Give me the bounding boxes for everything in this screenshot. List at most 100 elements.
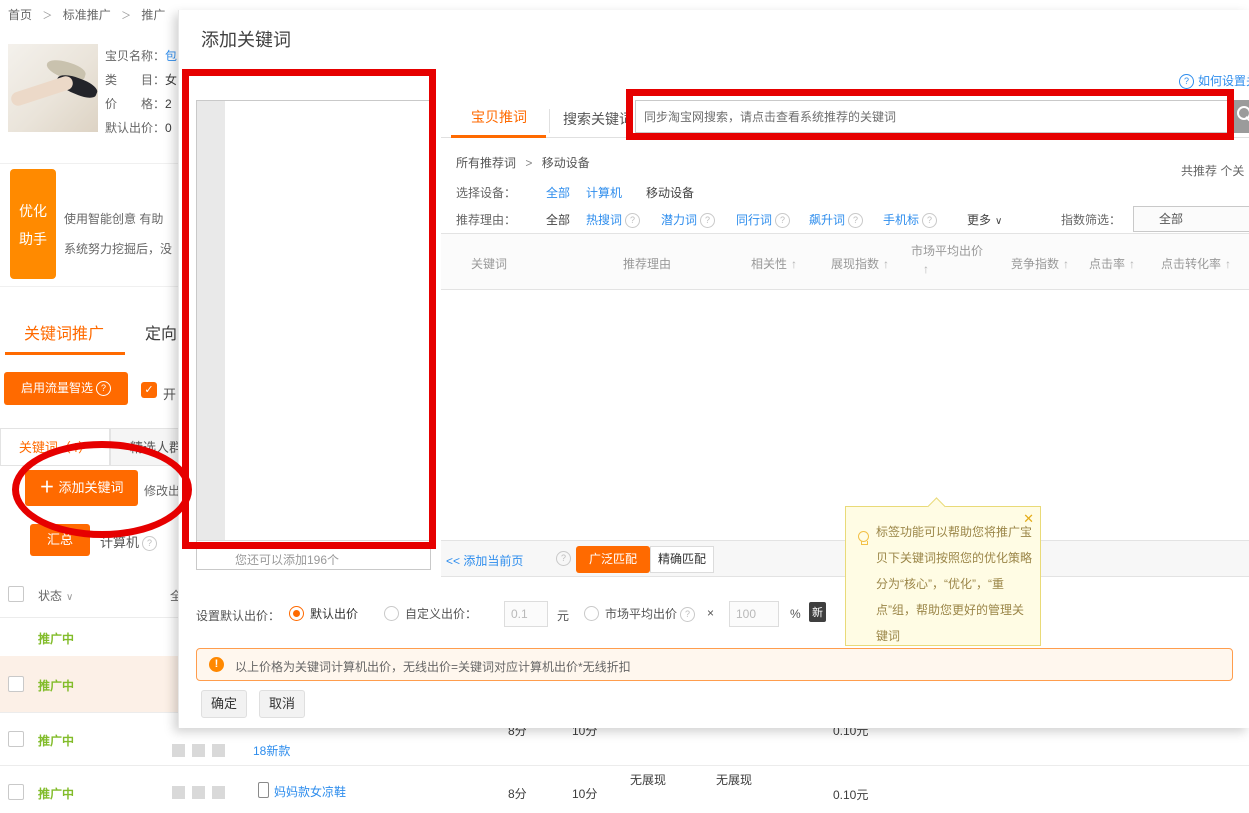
question-icon bbox=[1179, 74, 1194, 89]
bid-default-radio[interactable]: 默认出价 bbox=[289, 605, 358, 622]
cancel-button[interactable]: 取消 bbox=[259, 690, 305, 718]
product-bid-value: 0 bbox=[165, 121, 172, 135]
optimizer-text-line1: 使用智能创意 有助 bbox=[64, 210, 163, 227]
tab-targeting[interactable]: 定向 bbox=[145, 320, 177, 344]
row-checkbox[interactable] bbox=[8, 784, 24, 800]
tab-search-words[interactable]: 搜索关键词 bbox=[563, 109, 633, 129]
breadcrumb-separator-icon: ＞ bbox=[42, 11, 52, 22]
reason-option-all[interactable]: 全部 bbox=[546, 211, 570, 228]
breadcrumb: 首页 ＞ 标准推广 ＞ 推广 bbox=[8, 6, 165, 23]
breadcrumb-promo[interactable]: 推广 bbox=[141, 8, 165, 22]
sort-asc-icon bbox=[1225, 257, 1231, 271]
help-link-label[interactable]: 如何设置关 bbox=[1198, 74, 1249, 88]
annotation-ellipse-add-keyword bbox=[12, 441, 192, 538]
sort-asc-icon bbox=[883, 257, 889, 271]
sort-asc-icon bbox=[1063, 257, 1069, 271]
index-filter-label: 指数筛选： bbox=[1061, 211, 1121, 228]
keyword-link[interactable]: 妈妈款女凉鞋 bbox=[258, 782, 346, 800]
market-percent-input[interactable] bbox=[729, 601, 779, 627]
row-checkbox[interactable] bbox=[8, 731, 24, 747]
col-relevance[interactable]: 相关性 bbox=[751, 255, 797, 272]
question-icon[interactable] bbox=[700, 213, 715, 228]
enable-flow-smart-select-button[interactable]: 启用流量智选 bbox=[4, 372, 128, 405]
reason-option-rising-label: 飙升词 bbox=[809, 213, 845, 227]
reason-option-mobile-tag[interactable]: 手机标 bbox=[883, 211, 937, 228]
question-icon[interactable] bbox=[922, 213, 937, 228]
reason-option-rising[interactable]: 飙升词 bbox=[809, 211, 863, 228]
breadcrumb-home[interactable]: 首页 bbox=[8, 8, 32, 22]
more-filters-button[interactable]: 更多∨ bbox=[967, 211, 1002, 228]
reason-option-potential-label: 潜力词 bbox=[661, 213, 697, 227]
col-market-price[interactable]: 市场平均出价 bbox=[911, 242, 983, 259]
question-icon[interactable] bbox=[96, 381, 111, 396]
reason-option-hot-label: 热搜词 bbox=[586, 213, 622, 227]
enable-flow-smart-select-label: 启用流量智选 bbox=[21, 381, 93, 395]
breadcrumb-standard[interactable]: 标准推广 bbox=[63, 8, 111, 22]
status-column-header[interactable]: 状态 bbox=[38, 587, 73, 604]
device-option-pc[interactable]: 计算机 bbox=[586, 184, 622, 201]
product-category-value: 女 bbox=[165, 73, 177, 87]
product-name-label: 宝贝名称： bbox=[105, 49, 165, 63]
product-name-link[interactable]: 包 bbox=[165, 49, 177, 63]
row-status: 推广中 bbox=[38, 630, 74, 647]
col-cvr-label: 点击转化率 bbox=[1161, 257, 1221, 271]
keyword-link[interactable]: 18新款 bbox=[253, 742, 290, 759]
row-checkbox[interactable] bbox=[8, 676, 24, 692]
question-icon[interactable] bbox=[142, 536, 157, 551]
warning-text: 以上价格为关键词计算机出价，无线出价=关键词对应计算机出价*无线折扣 bbox=[235, 658, 631, 675]
remaining-count: 您还可以添加196个 bbox=[235, 551, 339, 568]
quality-block bbox=[192, 786, 205, 799]
bulb-icon bbox=[858, 531, 869, 542]
reason-filter-label: 推荐理由： bbox=[456, 211, 516, 228]
question-icon[interactable] bbox=[775, 213, 790, 228]
reason-option-potential[interactable]: 潜力词 bbox=[661, 211, 715, 228]
product-category-label: 类 目： bbox=[105, 73, 165, 87]
index-filter-dropdown[interactable]: 全部 bbox=[1133, 206, 1249, 232]
row-status: 推广中 bbox=[38, 785, 74, 802]
col-impression[interactable]: 展现指数 bbox=[831, 255, 889, 272]
highlighted-row-background bbox=[0, 656, 178, 712]
bid-custom-radio[interactable]: 自定义出价： bbox=[384, 605, 477, 622]
index-filter-value: 全部 bbox=[1159, 212, 1183, 226]
reason-option-peer-label: 同行词 bbox=[736, 213, 772, 227]
help-link[interactable]: 如何设置关 bbox=[1179, 72, 1249, 89]
product-bid-row: 默认出价：0 bbox=[105, 119, 172, 136]
broad-match-button[interactable]: 广泛匹配 bbox=[576, 546, 650, 573]
sort-asc-icon bbox=[791, 257, 797, 271]
annotation-rect-search-input bbox=[626, 89, 1234, 140]
custom-bid-input[interactable] bbox=[504, 601, 548, 627]
bid-market-radio[interactable]: 市场平均出价 bbox=[584, 605, 695, 622]
tab-item-words[interactable]: 宝贝推词 bbox=[471, 107, 527, 127]
quality-block bbox=[192, 744, 205, 757]
quality-block bbox=[172, 744, 185, 757]
keyword-link-label[interactable]: 妈妈款女凉鞋 bbox=[274, 785, 346, 799]
question-icon[interactable] bbox=[848, 213, 863, 228]
add-current-page-link[interactable]: 添加当前页 bbox=[446, 552, 523, 569]
multiply-sign: × bbox=[707, 606, 714, 620]
exact-match-button[interactable]: 精确匹配 bbox=[650, 546, 714, 573]
quality-block bbox=[212, 744, 225, 757]
device-option-mobile[interactable]: 移动设备 bbox=[646, 184, 694, 201]
recommend-breadcrumb-root[interactable]: 所有推荐词 bbox=[456, 156, 516, 170]
optimizer-badge: 优化 助手 bbox=[10, 169, 56, 279]
sort-asc-icon bbox=[923, 262, 929, 276]
question-icon[interactable] bbox=[625, 213, 640, 228]
tag-feature-tooltip: 标签功能可以帮助您将推广宝贝下关键词按照您的优化策略分为“核心”，“优化”，“重… bbox=[845, 506, 1041, 646]
col-competition[interactable]: 竞争指数 bbox=[1011, 255, 1069, 272]
question-icon[interactable] bbox=[556, 551, 571, 566]
device-option-all[interactable]: 全部 bbox=[546, 184, 570, 201]
quality-block bbox=[212, 786, 225, 799]
col-cvr[interactable]: 点击转化率 bbox=[1161, 255, 1231, 272]
col-reason: 推荐理由 bbox=[623, 255, 671, 272]
confirm-button[interactable]: 确定 bbox=[201, 690, 247, 718]
tab-keyword-promotion[interactable]: 关键词推广 bbox=[24, 320, 104, 344]
select-all-checkbox[interactable] bbox=[8, 586, 24, 602]
col-ctr[interactable]: 点击率 bbox=[1089, 255, 1135, 272]
reason-option-hot[interactable]: 热搜词 bbox=[586, 211, 640, 228]
results-table-header: 关键词 推荐理由 相关性 展现指数 市场平均出价 竞争指数 点击率 点击转化率 bbox=[441, 233, 1249, 290]
reason-option-peer[interactable]: 同行词 bbox=[736, 211, 790, 228]
question-icon[interactable] bbox=[680, 607, 695, 622]
col-market-price-label: 市场平均出价 bbox=[911, 244, 983, 258]
flow-toggle-checkbox[interactable] bbox=[141, 382, 157, 398]
radio-icon bbox=[384, 606, 399, 621]
